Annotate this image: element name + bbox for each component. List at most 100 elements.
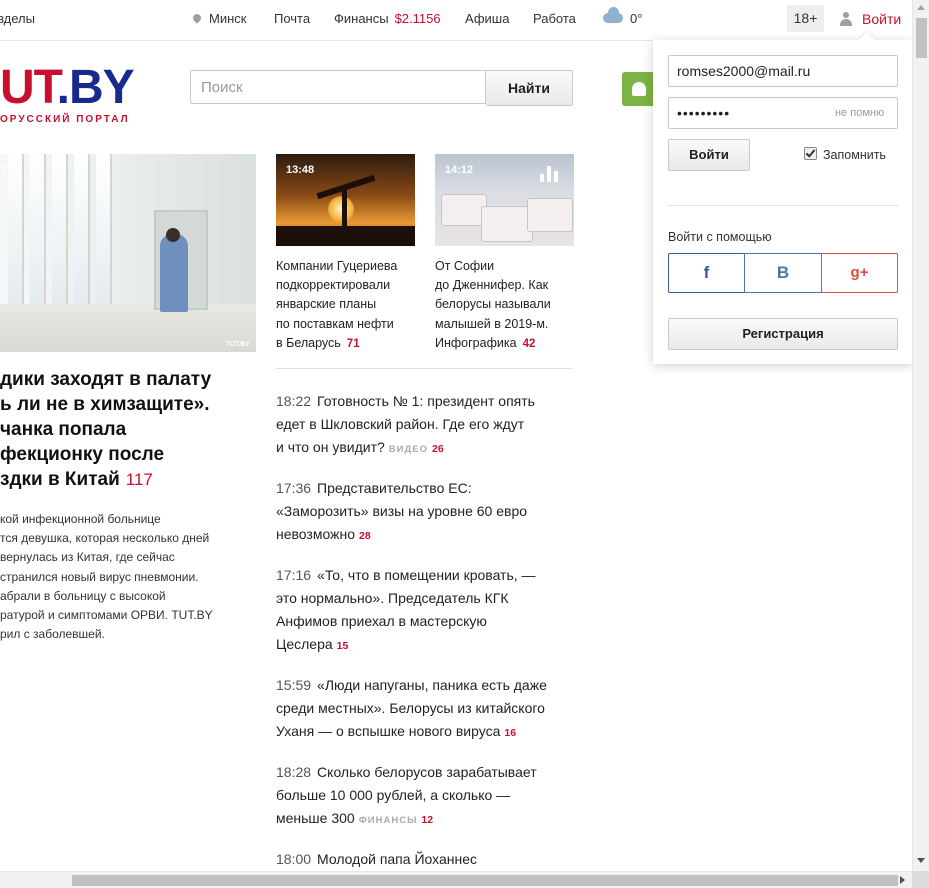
- android-icon[interactable]: [622, 72, 656, 106]
- remember-label: Запомнить: [823, 148, 886, 162]
- cot: [481, 206, 533, 242]
- comment-count[interactable]: 15: [337, 640, 349, 652]
- user-icon: [840, 12, 852, 26]
- login-divider: [668, 205, 898, 206]
- scroll-right-arrow-icon[interactable]: [900, 876, 905, 884]
- title-line: чанка попала: [0, 419, 127, 440]
- tile-time: 14:12: [445, 164, 474, 176]
- forgot-password-link[interactable]: не помню: [835, 107, 884, 119]
- window: [52, 154, 68, 304]
- news-line: «То, что в помещении кровать, —: [317, 567, 536, 583]
- main-story-lead: кой инфекционной больнице тся девушка, к…: [0, 510, 256, 644]
- news-item[interactable]: 17:16 «То, что в помещении кровать, — это…: [276, 564, 576, 658]
- main-story-title[interactable]: дики заходят в палату ь ли не в химзащит…: [0, 367, 256, 492]
- window: [74, 154, 90, 304]
- tile-line: по поставкам нефти: [276, 316, 394, 331]
- news-line: это нормально». Председатель КГК: [276, 590, 509, 606]
- remember-me[interactable]: Запомнить: [804, 147, 886, 162]
- sun: [328, 196, 354, 222]
- news-list: 18:22 Готовность № 1: президент опять еде…: [276, 390, 576, 887]
- lead-line: вернулась из Китая, где сейчас: [0, 550, 175, 565]
- main-story-image[interactable]: 7 TUT.BY: [0, 154, 256, 352]
- finance-label: Финансы: [334, 11, 389, 26]
- scroll-up-arrow-icon[interactable]: [917, 5, 925, 10]
- weather-link[interactable]: 0°: [603, 7, 643, 26]
- news-item[interactable]: 18:00 Молодой папа Йоханнес: [276, 848, 576, 871]
- comment-count[interactable]: 28: [359, 530, 371, 542]
- photo-credit: TUT.BY: [225, 341, 251, 348]
- section-divider: [276, 368, 573, 369]
- tile-line: январские планы: [276, 297, 377, 312]
- scroll-down-arrow-icon[interactable]: [917, 858, 925, 863]
- site-logo[interactable]: UT.BY: [0, 64, 135, 112]
- window: [96, 154, 112, 304]
- comment-count[interactable]: 26: [432, 443, 444, 455]
- finance-value: $2.1156: [394, 11, 441, 26]
- login-submit-button[interactable]: Войти: [668, 139, 750, 171]
- city-link[interactable]: Минск: [191, 11, 247, 26]
- news-item[interactable]: 17:36 Представительство ЕС: «Заморозить» …: [276, 477, 576, 548]
- news-line: и что он увидит?: [276, 439, 385, 455]
- mail-link[interactable]: Почта: [274, 11, 310, 26]
- news-line: невозможно: [276, 526, 355, 542]
- news-time: 15:59: [276, 677, 312, 693]
- comment-count[interactable]: 16: [504, 727, 516, 739]
- lead-line: рил с заболевшей.: [0, 627, 105, 642]
- afisha-link[interactable]: Афиша: [465, 11, 509, 26]
- comment-count[interactable]: 42: [523, 338, 536, 350]
- tile-line: малышей в 2019-м.: [435, 316, 549, 331]
- logo-subtitle: ОРУССКИЙ ПОРТАЛ: [0, 114, 130, 125]
- lead-line: странился новый вирус пневмонии.: [0, 569, 199, 584]
- google-plus-login-button[interactable]: g+: [821, 253, 898, 293]
- news-item[interactable]: 18:22 Готовность № 1: президент опять еде…: [276, 390, 576, 461]
- temperature: 0°: [630, 11, 643, 26]
- lead-line: ратурой и симптомами ОРВИ. TUT.BY: [0, 608, 213, 623]
- cloud-icon: [603, 7, 623, 23]
- tile-image-babies[interactable]: 14:12: [435, 154, 574, 246]
- login-link[interactable]: Войти: [862, 11, 901, 27]
- horizontal-scrollbar[interactable]: [0, 871, 912, 888]
- tile-title[interactable]: Компании Гуцериева подкорректировали янв…: [276, 257, 415, 354]
- jobs-link[interactable]: Работа: [533, 11, 576, 26]
- nurse-figure: [160, 234, 188, 312]
- news-item[interactable]: 18:28 Сколько белорусов зарабатывает боль…: [276, 761, 576, 832]
- tile-line: до Дженнифер. Как: [435, 278, 549, 293]
- cot: [527, 198, 573, 232]
- window: [8, 154, 24, 304]
- scrollbar-thumb[interactable]: [916, 18, 927, 58]
- email-field[interactable]: [668, 55, 898, 87]
- google-plus-icon: g+: [850, 264, 869, 281]
- register-button[interactable]: Регистрация: [668, 318, 898, 350]
- vk-icon: B: [776, 263, 790, 282]
- title-line: дики заходят в палату: [0, 369, 212, 390]
- checkbox-icon[interactable]: [804, 147, 817, 160]
- top-bar: зделы Минск Почта Финансы $2.1156 Афиша Р…: [0, 0, 912, 41]
- news-time: 18:28: [276, 764, 312, 780]
- login-dropdown: не помню Войти Запомнить Войти с помощью…: [653, 31, 912, 364]
- lead-line: кой инфекционной больнице: [0, 512, 161, 526]
- sections-link[interactable]: зделы: [0, 11, 35, 26]
- news-line: Цеслера: [276, 636, 333, 652]
- comment-count[interactable]: 12: [421, 814, 433, 826]
- tile-image-oil[interactable]: 13:48: [276, 154, 415, 246]
- comment-count[interactable]: 71: [347, 338, 360, 350]
- vertical-scrollbar[interactable]: [912, 0, 929, 871]
- search-button[interactable]: Найти: [486, 70, 573, 106]
- scrollbar-thumb[interactable]: [72, 875, 898, 886]
- news-item[interactable]: 15:59 «Люди напуганы, паника есть даже ср…: [276, 674, 576, 745]
- tile-line: в Беларусь: [276, 335, 341, 350]
- facebook-login-button[interactable]: f: [668, 253, 745, 293]
- news-line: Молодой папа Йоханнес: [317, 851, 478, 867]
- floor: [0, 304, 256, 352]
- title-line: ь ли не в химзащите».: [0, 394, 210, 415]
- city-label: Минск: [209, 11, 247, 26]
- main-story-time: 7: [0, 164, 7, 176]
- tile-title[interactable]: От Софии до Дженнифер. Как белорусы назы…: [435, 257, 574, 354]
- vk-login-button[interactable]: B: [744, 253, 822, 293]
- search-input[interactable]: [190, 70, 486, 104]
- comment-count[interactable]: 117: [126, 470, 153, 489]
- finance-link[interactable]: Финансы $2.1156: [334, 11, 441, 26]
- news-tag: ВИДЕО: [388, 444, 428, 455]
- tile-time: 13:48: [286, 164, 315, 176]
- news-time: 17:16: [276, 567, 312, 583]
